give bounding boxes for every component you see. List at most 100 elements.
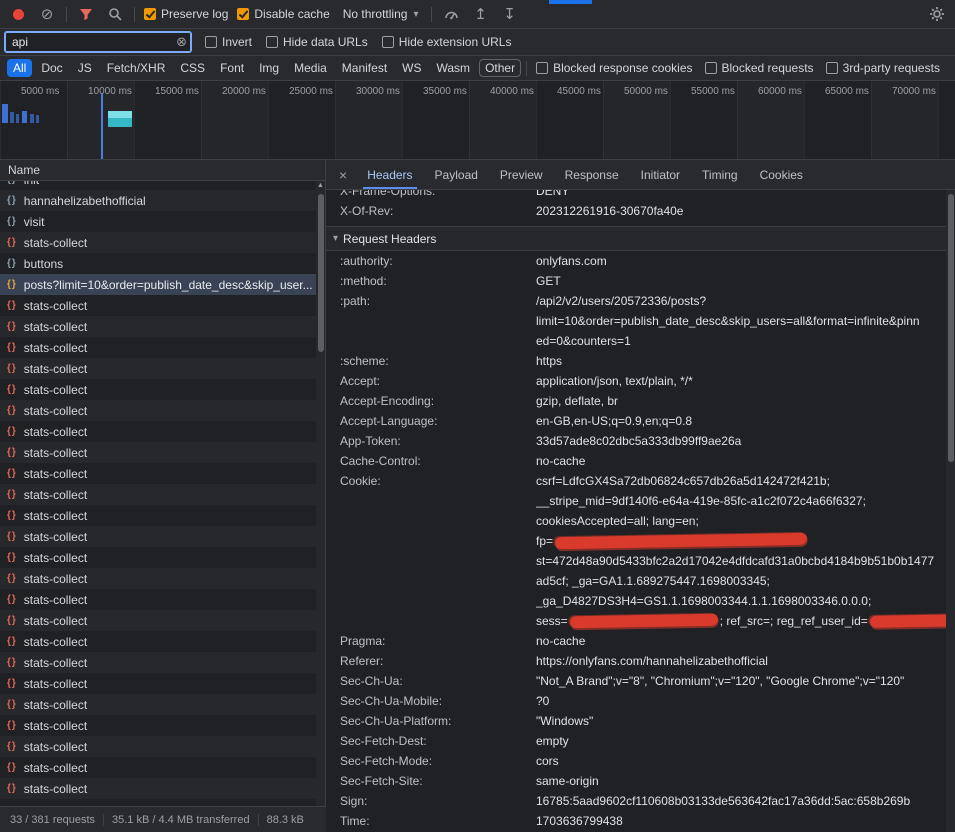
details-scrollbar[interactable] <box>946 190 955 832</box>
tab-headers[interactable]: Headers <box>356 160 423 189</box>
request-row[interactable]: {}stats-collect <box>0 589 316 610</box>
header-name: X-Of-Rev: <box>326 201 536 221</box>
request-row[interactable]: {}stats-collect <box>0 778 316 799</box>
request-row[interactable]: {}stats-collect <box>0 715 316 736</box>
request-row[interactable]: {}stats-collect <box>0 652 316 673</box>
hide-extension-urls-checkbox[interactable]: Hide extension URLs <box>382 35 512 49</box>
close-details-icon[interactable]: × <box>330 167 356 183</box>
import-har-icon[interactable]: ↥ <box>470 4 490 24</box>
header-name: :authority: <box>326 251 536 271</box>
throttling-dropdown[interactable]: No throttling ▾ <box>339 7 423 21</box>
scroll-up-icon[interactable]: ▲ <box>317 182 324 189</box>
request-row[interactable]: {}stats-collect <box>0 526 316 547</box>
network-conditions-icon[interactable] <box>441 4 461 24</box>
timeline-tick: 5000 ms <box>21 86 59 97</box>
file-type-icon: {} <box>7 510 17 521</box>
record-button[interactable] <box>8 4 28 24</box>
header-row: Sec-Fetch-Mode:cors <box>326 751 946 771</box>
request-row[interactable]: {}init <box>0 181 316 190</box>
request-row[interactable]: {}stats-collect <box>0 736 316 757</box>
network-overview-timeline[interactable]: 5000 ms10000 ms15000 ms20000 ms25000 ms3… <box>0 81 955 160</box>
request-row[interactable]: {}stats-collect <box>0 463 316 484</box>
request-row[interactable]: {}stats-collect <box>0 295 316 316</box>
settings-gear-icon[interactable] <box>927 4 947 24</box>
request-row[interactable]: {}stats-collect <box>0 337 316 358</box>
invert-checkbox[interactable]: Invert <box>205 35 252 49</box>
tab-response[interactable]: Response <box>554 160 630 189</box>
export-har-icon[interactable]: ↧ <box>499 4 519 24</box>
header-name: :scheme: <box>326 351 536 371</box>
request-row[interactable]: {}stats-collect <box>0 547 316 568</box>
scrollbar-thumb[interactable] <box>948 194 954 462</box>
header-value-text: "Not_A Brand";v="8", "Chromium";v="120",… <box>536 674 904 688</box>
filter-chip-manifest[interactable]: Manifest <box>336 59 393 77</box>
hide-data-urls-checkbox[interactable]: Hide data URLs <box>266 35 368 49</box>
filter-chip-all[interactable]: All <box>7 59 32 77</box>
file-type-icon: {} <box>7 342 17 353</box>
request-row[interactable]: {}stats-collect <box>0 568 316 589</box>
filter-chip-media[interactable]: Media <box>288 59 333 77</box>
activity-bar <box>22 111 27 123</box>
filter-checkbox-blocked-response-cookies[interactable]: Blocked response cookies <box>536 61 692 75</box>
tab-cookies[interactable]: Cookies <box>749 160 814 189</box>
header-value: cors <box>536 751 946 771</box>
request-row[interactable]: {}stats-collect <box>0 757 316 778</box>
filter-chip-other[interactable]: Other <box>479 59 521 77</box>
request-row[interactable]: {}stats-collect <box>0 379 316 400</box>
request-details-panel: ×HeadersPayloadPreviewResponseInitiatorT… <box>326 160 955 832</box>
filter-chip-font[interactable]: Font <box>214 59 250 77</box>
filter-chip-ws[interactable]: WS <box>396 59 427 77</box>
filter-chip-doc[interactable]: Doc <box>35 59 68 77</box>
request-row[interactable]: {}stats-collect <box>0 421 316 442</box>
filter-chip-js[interactable]: JS <box>72 59 98 77</box>
filter-chip-css[interactable]: CSS <box>174 59 211 77</box>
request-list-scrollbar[interactable]: ▲ <box>316 181 325 806</box>
filter-input[interactable] <box>5 32 191 52</box>
request-count: 33 / 381 requests <box>2 814 103 826</box>
checkbox-label: Blocked response cookies <box>553 61 692 75</box>
preserve-log-checkbox[interactable]: Preserve log <box>144 7 228 21</box>
request-row[interactable]: {}stats-collect <box>0 400 316 421</box>
filter-chip-img[interactable]: Img <box>253 59 285 77</box>
timeline-tick: 20000 ms <box>222 86 266 97</box>
tab-preview[interactable]: Preview <box>489 160 554 189</box>
filter-checkbox-blocked-requests[interactable]: Blocked requests <box>705 61 814 75</box>
request-row[interactable]: {}stats-collect <box>0 631 316 652</box>
disable-cache-checkbox[interactable]: Disable cache <box>237 7 329 21</box>
scrollbar-thumb[interactable] <box>318 194 324 352</box>
request-row[interactable]: {}stats-collect <box>0 442 316 463</box>
checkbox-label: 3rd-party requests <box>843 61 940 75</box>
tab-timing[interactable]: Timing <box>691 160 749 189</box>
request-row[interactable]: {}stats-collect <box>0 505 316 526</box>
request-name: stats-collect <box>24 719 87 733</box>
clear-icon[interactable]: ⊘ <box>37 4 57 24</box>
tab-initiator[interactable]: Initiator <box>630 160 691 189</box>
request-name: stats-collect <box>24 593 87 607</box>
name-column-header[interactable]: Name <box>0 160 325 181</box>
details-tabs: ×HeadersPayloadPreviewResponseInitiatorT… <box>326 160 955 190</box>
tab-payload[interactable]: Payload <box>424 160 489 189</box>
hide-data-urls-label: Hide data URLs <box>283 35 368 49</box>
request-row[interactable]: {}stats-collect <box>0 232 316 253</box>
request-row[interactable]: {}stats-collect <box>0 694 316 715</box>
search-icon[interactable] <box>105 4 125 24</box>
request-headers-section[interactable]: ▾ Request Headers <box>326 226 946 251</box>
request-row[interactable]: {}buttons <box>0 253 316 274</box>
request-row[interactable]: {}stats-collect <box>0 316 316 337</box>
request-row[interactable]: {}stats-collect <box>0 673 316 694</box>
clear-filter-icon[interactable]: ⊗ <box>176 34 187 50</box>
filter-chip-wasm[interactable]: Wasm <box>431 59 477 77</box>
header-value-text: onlyfans.com <box>536 254 607 268</box>
request-row[interactable]: {}posts?limit=10&order=publish_date_desc… <box>0 274 316 295</box>
request-row[interactable]: {}stats-collect <box>0 358 316 379</box>
checkbox-box <box>266 36 278 48</box>
filter-icon[interactable] <box>76 4 96 24</box>
request-row[interactable]: {}stats-collect <box>0 484 316 505</box>
request-row[interactable]: {}hannahelizabethofficial <box>0 190 316 211</box>
invert-label: Invert <box>222 35 252 49</box>
request-row[interactable]: {}stats-collect <box>0 610 316 631</box>
filter-chip-fetch-xhr[interactable]: Fetch/XHR <box>101 59 172 77</box>
request-row[interactable]: {}visit <box>0 211 316 232</box>
filter-checkbox-3rd-party-requests[interactable]: 3rd-party requests <box>826 61 940 75</box>
file-type-icon: {} <box>7 300 17 311</box>
